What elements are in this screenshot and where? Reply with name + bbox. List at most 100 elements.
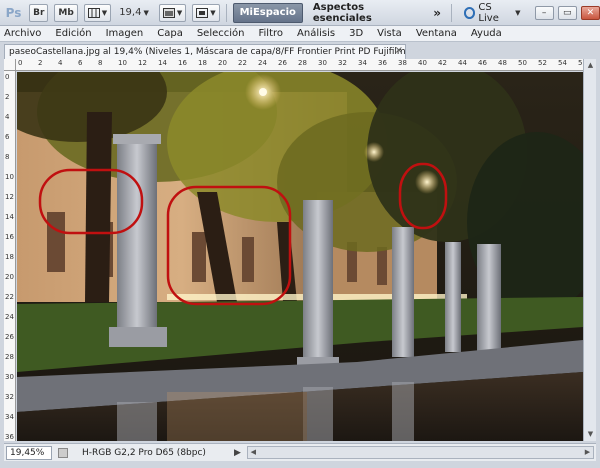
ruler-tick-label: 18 [198,59,207,67]
image-canvas[interactable] [17,72,583,441]
scroll-up-icon[interactable]: ▲ [585,60,596,71]
vertical-scrollbar[interactable]: ▲ ▼ [583,59,596,441]
ruler-tick-label: 30 [5,373,14,381]
ruler-tick-label: 2 [5,93,10,101]
document-info-icon[interactable] [58,447,68,458]
ruler-origin[interactable] [4,59,16,71]
document-tab[interactable]: paseoCastellana.jpg al 19,4% (Niveles 1,… [4,44,406,59]
ruler-tick-label: 36 [378,59,387,67]
zoom-input[interactable]: 19,45% [6,445,52,460]
screen-mode-icon [196,7,209,18]
status-menu-arrow[interactable]: ▶ [234,448,241,458]
ruler-tick-label: 36 [5,433,14,441]
ruler-tick-label: 46 [478,59,487,67]
close-button[interactable]: ✕ [580,5,600,20]
ruler-tick-label: 18 [5,253,14,261]
ruler-tick-label: 28 [298,59,307,67]
ruler-tick-label: 42 [438,59,447,67]
workspace-more-button[interactable]: » [433,6,441,20]
chevron-down-icon: ▼ [515,8,521,17]
menu-analisis[interactable]: Análisis [297,28,335,39]
ruler-tick-label: 10 [5,173,14,181]
menu-seleccion[interactable]: Selección [197,28,245,39]
workspace-essentials-button[interactable]: Aspectos esenciales [313,2,421,24]
menu-ventana[interactable]: Ventana [416,28,457,39]
vertical-ruler[interactable]: 0 2 4 6 8 10 12 14 16 18 20 22 24 26 28 30 32 34 36 [4,71,16,441]
toolbar-divider [225,3,227,22]
ruler-tick-label: 24 [5,313,14,321]
close-document-icon[interactable]: × [395,45,403,56]
arrange-documents-button[interactable]: ▼ [158,3,187,22]
cs-live-icon [463,6,476,19]
ruler-tick-label: 8 [98,59,103,67]
ruler-tick-label: 8 [5,153,10,161]
photo-night-boulevard [17,72,583,441]
ruler-tick-label: 0 [18,59,23,67]
ruler-tick-label: 44 [458,59,467,67]
ruler-tick-label: 22 [238,59,247,67]
ruler-tick-label: 6 [5,133,10,141]
minimize-button[interactable]: – [534,5,554,20]
ruler-tick-label: 54 [558,59,567,67]
view-extras-icon [87,7,100,18]
ruler-tick-label: 38 [398,59,407,67]
arrange-documents-icon [162,7,175,18]
ruler-tick-label: 4 [58,59,63,67]
ruler-tick-label: 32 [338,59,347,67]
ruler-tick-label: 10 [118,59,127,67]
view-extras-button[interactable]: ▼ [83,3,112,22]
ruler-tick-label: 14 [5,213,14,221]
menu-capa[interactable]: Capa [157,28,183,39]
ruler-tick-label: 20 [218,59,227,67]
ruler-tick-label: 30 [318,59,327,67]
workspace-active-button[interactable]: MiEspacio [232,2,303,23]
ruler-tick-label: 50 [518,59,527,67]
launch-minibridge-button[interactable]: Mb [54,3,78,22]
horizontal-scrollbar[interactable]: ◀ ▶ [246,446,594,459]
toolbar-divider [450,3,452,22]
ruler-tick-label: 26 [5,333,14,341]
application-bar: Ps Br Mb ▼ 19,4 ▼ ▼ ▼ MiEspacio Aspectos… [0,0,600,26]
ruler-tick-label: 24 [258,59,267,67]
horizontal-ruler[interactable]: 0 2 4 6 8 10 12 14 16 18 20 22 24 26 28 30 32 34 36 38 40 42 4… [16,59,583,71]
cs-live-button[interactable]: CS Live ▼ [463,1,521,24]
cs-live-label: CS Live [478,1,499,24]
menu-archivo[interactable]: Archivo [4,28,41,39]
ruler-tick-label: 22 [5,293,14,301]
ruler-tick-label: 16 [178,59,187,67]
ruler-tick-label: 34 [5,413,14,421]
document-area: paseoCastellana.jpg al 19,4% (Niveles 1,… [0,42,600,468]
scroll-down-icon[interactable]: ▼ [585,429,596,440]
ruler-tick-label: 6 [78,59,83,67]
ruler-tick-label: 14 [158,59,167,67]
launch-bridge-button[interactable]: Br [29,3,49,22]
status-bar: 19,45% H-RGB G2,2 Pro D65 (8bpc) ▶ ◀ ▶ [4,443,596,461]
menu-3d[interactable]: 3D [349,28,363,39]
ruler-tick-label: 32 [5,393,14,401]
ruler-tick-label: 16 [5,233,14,241]
ruler-tick-label: 48 [498,59,507,67]
photoshop-logo: Ps [5,5,22,20]
ruler-tick-label: 12 [5,193,14,201]
document-tab-title: paseoCastellana.jpg al 19,4% (Niveles 1,… [9,47,406,57]
menu-edicion[interactable]: Edición [55,28,91,39]
restore-button[interactable]: ▭ [557,5,577,20]
chevron-down-icon[interactable]: ▼ [143,9,148,17]
ruler-tick-label: 26 [278,59,287,67]
ruler-tick-label: 20 [5,273,14,281]
screen-mode-button[interactable]: ▼ [192,3,220,22]
menu-ayuda[interactable]: Ayuda [471,28,502,39]
scroll-right-icon[interactable]: ▶ [582,447,593,458]
scroll-left-icon[interactable]: ◀ [248,447,259,458]
menu-filtro[interactable]: Filtro [259,28,284,39]
chevron-down-icon: ▼ [176,8,183,17]
ruler-tick-label: 2 [38,59,43,67]
ruler-tick-label: 0 [5,73,10,81]
menu-vista[interactable]: Vista [377,28,402,39]
color-profile-text: H-RGB G2,2 Pro D65 (8bpc) [82,447,206,458]
chevron-down-icon: ▼ [210,8,216,17]
menu-imagen[interactable]: Imagen [106,28,144,39]
ruler-tick-label: 12 [138,59,147,67]
ruler-tick-label: 34 [358,59,367,67]
zoom-level[interactable]: 19,4 [119,7,141,18]
